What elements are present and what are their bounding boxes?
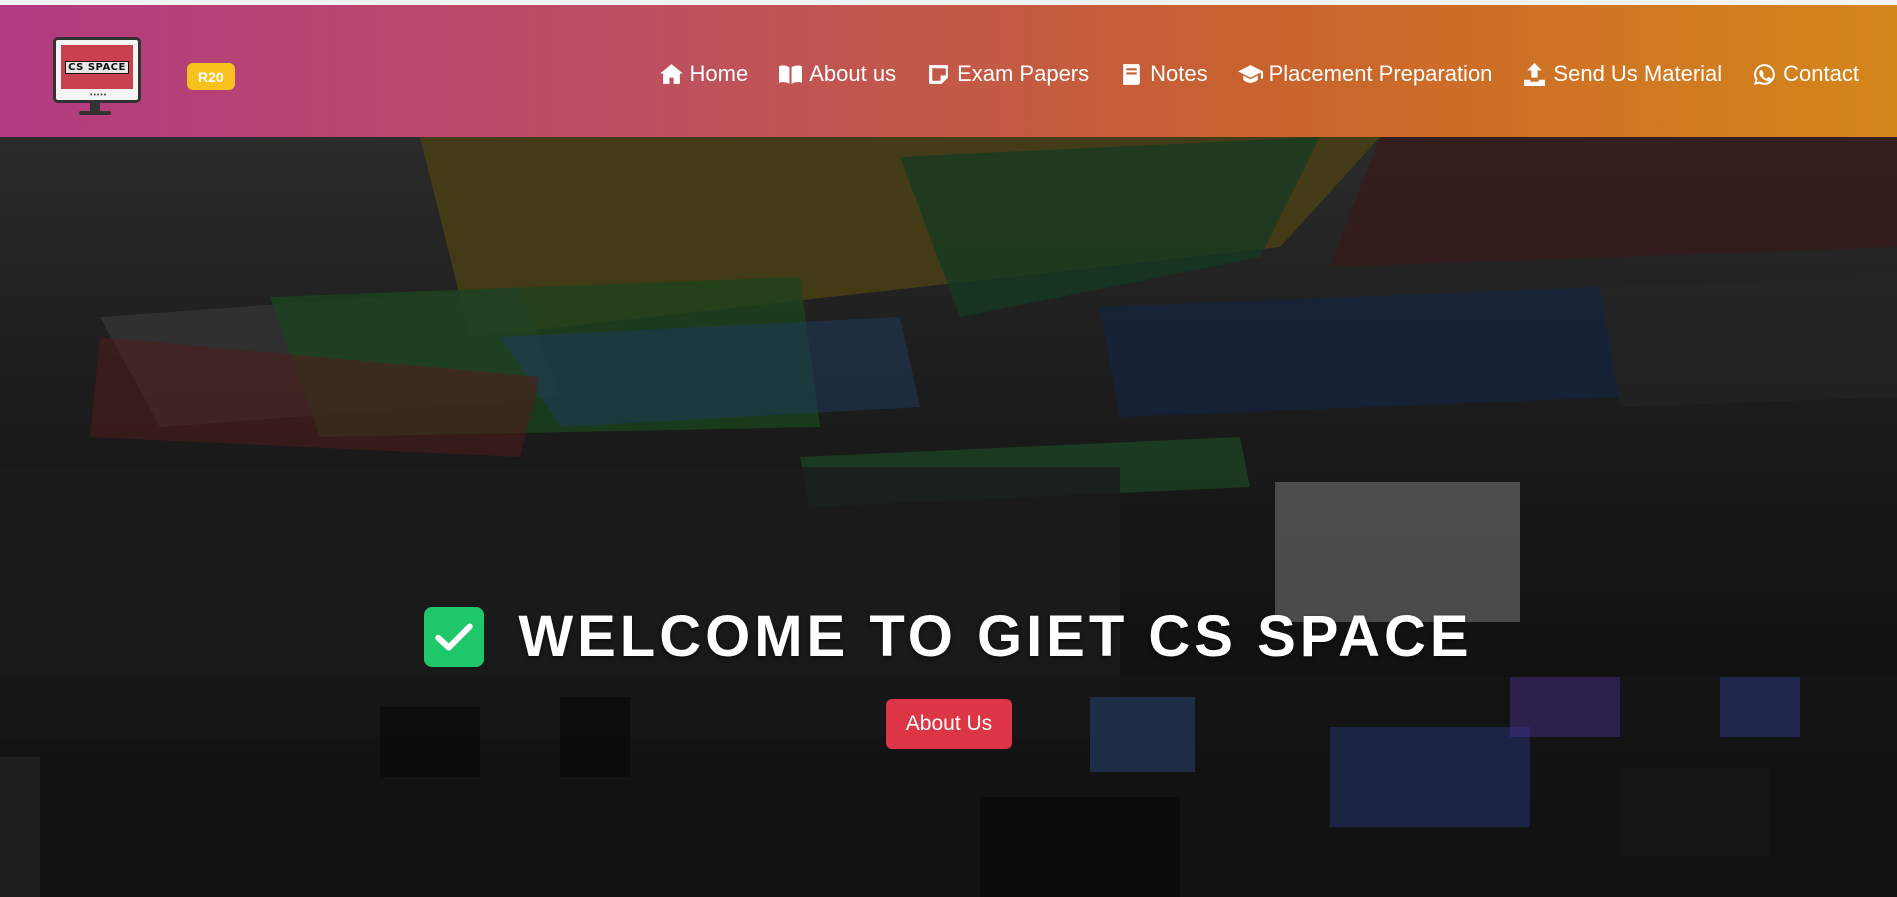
- logo-text: CS SPACE: [65, 60, 129, 74]
- nav-item-label: Placement Preparation: [1268, 61, 1493, 86]
- nav-menu: Home About us Exam Papers Notes Placemen…: [659, 61, 1859, 87]
- hero-title: WELCOME TO GIET CS SPACE: [0, 603, 1897, 670]
- nav-item-label: Contact: [1783, 61, 1859, 86]
- nav-item-about-us[interactable]: About us: [778, 61, 896, 87]
- hero-section: WELCOME TO GIET CS SPACE About Us: [0, 137, 1897, 897]
- graduation-cap-icon: [1237, 64, 1263, 83]
- home-icon: [659, 63, 683, 84]
- nav-item-label: Exam Papers: [957, 61, 1090, 86]
- nav-item-contact[interactable]: Contact: [1752, 61, 1859, 87]
- navbar: CS SPACE ••••• R20 Home About us Exam Pa…: [0, 5, 1897, 137]
- hero-title-text: WELCOME TO GIET CS SPACE: [518, 604, 1473, 669]
- nav-item-placement-preparation[interactable]: Placement Preparation: [1237, 61, 1493, 87]
- nav-item-label: Send Us Material: [1553, 61, 1723, 86]
- monitor-logo-icon: CS SPACE •••••: [53, 37, 141, 103]
- nav-item-home[interactable]: Home: [659, 61, 749, 87]
- book-icon: [1123, 63, 1140, 85]
- nav-item-exam-papers[interactable]: Exam Papers: [926, 61, 1089, 87]
- regulation-badge: R20: [187, 63, 235, 90]
- check-square-icon: [424, 606, 485, 667]
- hero-dark-overlay: [0, 137, 1897, 897]
- book-open-icon: [779, 64, 803, 84]
- nav-item-send-us-material[interactable]: Send Us Material: [1522, 61, 1722, 87]
- nav-item-label: Notes: [1150, 61, 1208, 86]
- nav-item-label: Home: [689, 61, 749, 86]
- about-us-button[interactable]: About Us: [886, 699, 1012, 749]
- upload-icon: [1524, 62, 1546, 86]
- whatsapp-icon: [1754, 63, 1776, 85]
- site-logo[interactable]: CS SPACE •••••: [53, 37, 141, 119]
- sticky-note-icon: [929, 64, 948, 84]
- nav-item-notes[interactable]: Notes: [1119, 61, 1208, 87]
- nav-item-label: About us: [809, 61, 897, 86]
